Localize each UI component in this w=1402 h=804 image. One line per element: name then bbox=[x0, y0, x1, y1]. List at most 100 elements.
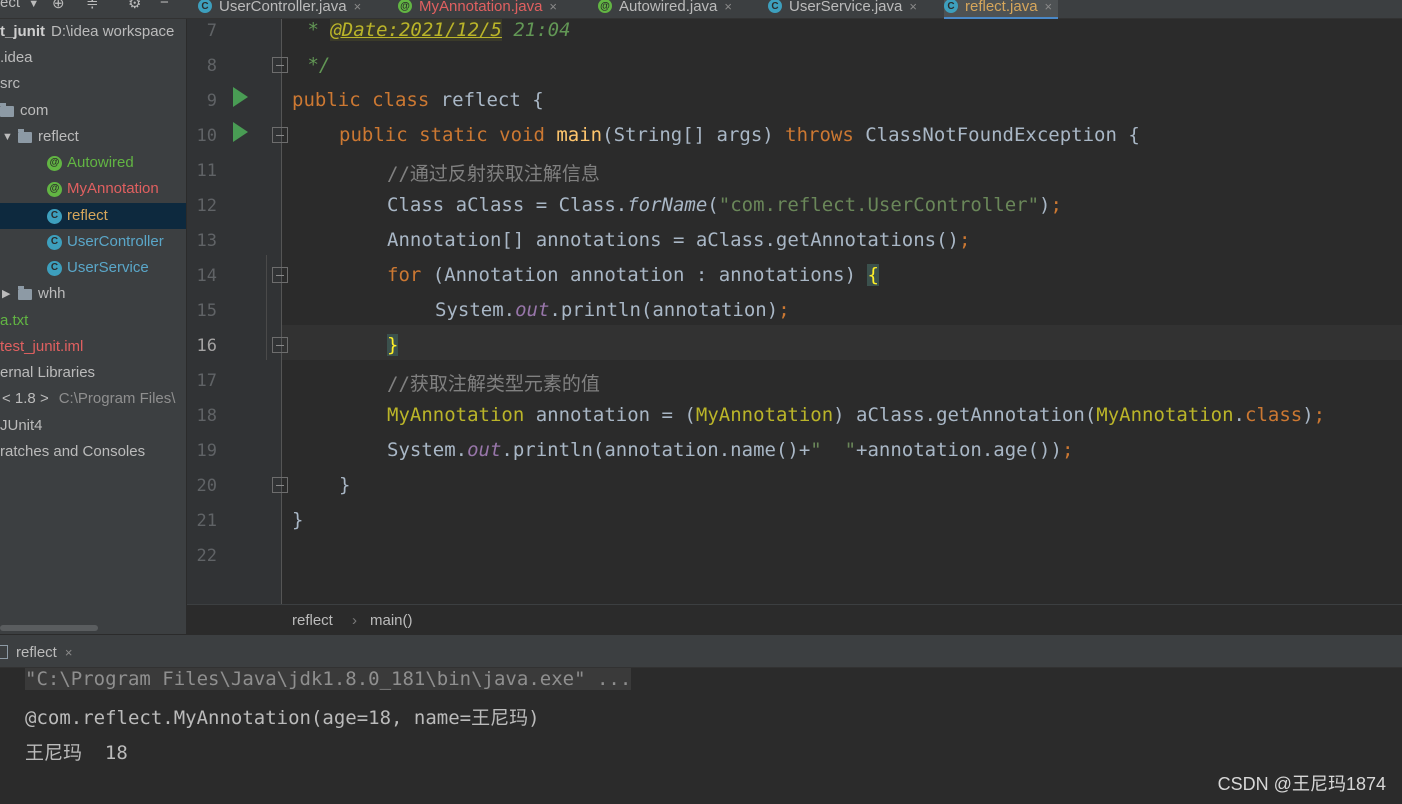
tree-item-myannotation[interactable]: @ MyAnnotation bbox=[47, 176, 159, 202]
code-line-16: } bbox=[387, 334, 399, 356]
fold-icon[interactable] bbox=[272, 267, 288, 283]
code-line-11: //通过反射获取注解信息 bbox=[387, 163, 600, 185]
code-line-10: public static void main(String[] args) t… bbox=[339, 124, 1140, 146]
tree-item-a-txt[interactable]: a.txt bbox=[0, 308, 28, 334]
code-line-9: public class reflect { bbox=[292, 89, 544, 111]
tree-item-external-libraries[interactable]: ernal Libraries bbox=[0, 360, 95, 386]
tree-scrollbar[interactable] bbox=[0, 625, 98, 631]
tree-item-iml[interactable]: test_junit.iml bbox=[0, 334, 83, 360]
console-line: 王尼玛 18 bbox=[25, 742, 128, 764]
class-icon: C bbox=[944, 0, 958, 13]
line-number-current: 16 bbox=[196, 336, 217, 356]
code-line-19: System.out.println(annotation.name()+" "… bbox=[387, 439, 1074, 461]
tree-item-com[interactable]: com bbox=[0, 98, 48, 124]
tree-item-src[interactable]: src bbox=[0, 71, 20, 97]
project-view-selector[interactable]: ect ▼ bbox=[0, 0, 39, 14]
run-tool-window-header bbox=[0, 635, 1402, 668]
close-icon[interactable]: × bbox=[724, 0, 732, 14]
annotation-icon: @ bbox=[598, 0, 612, 13]
fold-icon[interactable] bbox=[272, 57, 288, 73]
code-line-14: for (Annotation annotation : annotations… bbox=[387, 264, 879, 286]
tree-item-project-root[interactable]: t_junit D:\idea workspace bbox=[0, 19, 174, 45]
close-icon[interactable]: × bbox=[549, 0, 557, 14]
class-icon: C bbox=[198, 0, 212, 13]
console-icon bbox=[0, 645, 8, 659]
tree-item-idea[interactable]: .idea bbox=[0, 45, 33, 71]
run-icon[interactable] bbox=[233, 87, 248, 107]
tab-usercontroller[interactable]: C UserController.java × bbox=[198, 0, 361, 17]
line-number: 13 bbox=[196, 231, 217, 251]
tree-item-junit4[interactable]: JUnit4 bbox=[0, 413, 43, 439]
tab-userservice[interactable]: C UserService.java × bbox=[768, 0, 917, 17]
annotation-icon: @ bbox=[47, 155, 62, 171]
class-icon: C bbox=[47, 260, 62, 276]
tab-autowired[interactable]: @ Autowired.java × bbox=[598, 0, 732, 17]
code-line-17: //获取注解类型元素的值 bbox=[387, 373, 600, 395]
run-icon[interactable] bbox=[233, 122, 248, 142]
tree-item-autowired[interactable]: @ Autowired bbox=[47, 150, 134, 176]
gutter-divider bbox=[281, 19, 282, 604]
folder-icon bbox=[18, 285, 32, 300]
class-icon: C bbox=[768, 0, 782, 13]
line-number: 12 bbox=[196, 196, 217, 216]
annotation-icon: @ bbox=[47, 181, 62, 197]
class-icon: C bbox=[47, 234, 62, 250]
tree-item-reflect-class[interactable]: C reflect bbox=[0, 203, 186, 229]
line-number: 21 bbox=[196, 511, 217, 531]
collapse-arrow-icon[interactable]: ▶ bbox=[2, 281, 12, 307]
tree-item-usercontroller[interactable]: C UserController bbox=[47, 229, 164, 255]
console-line: @com.reflect.MyAnnotation(age=18, name=王… bbox=[25, 707, 540, 729]
line-number: 17 bbox=[196, 371, 217, 391]
close-icon[interactable]: × bbox=[909, 0, 917, 14]
project-label: ect bbox=[0, 0, 21, 11]
line-number: 19 bbox=[196, 441, 217, 461]
tab-reflect[interactable]: C reflect.java × bbox=[944, 0, 1059, 20]
fold-icon[interactable] bbox=[272, 337, 288, 353]
indent-guide bbox=[266, 255, 267, 360]
breadcrumb-method[interactable]: main() bbox=[370, 612, 413, 629]
line-number: 10 bbox=[196, 126, 217, 146]
line-number: 7 bbox=[206, 21, 217, 41]
run-tab[interactable]: reflect × bbox=[0, 638, 72, 666]
folder-icon bbox=[0, 102, 14, 117]
code-line-21: } bbox=[292, 509, 304, 531]
close-icon[interactable]: × bbox=[1045, 0, 1053, 14]
code-line-8: */ bbox=[296, 54, 331, 76]
code-line-13: Annotation[] annotations = aClass.getAnn… bbox=[387, 229, 971, 251]
tree-item-userservice[interactable]: C UserService bbox=[47, 255, 149, 281]
line-number: 14 bbox=[196, 266, 217, 286]
line-number: 18 bbox=[196, 406, 217, 426]
annotation-icon: @ bbox=[398, 0, 412, 13]
code-line-18: MyAnnotation annotation = (MyAnnotation)… bbox=[387, 404, 1326, 426]
line-number: 15 bbox=[196, 301, 217, 321]
console-line: "C:\Program Files\Java\jdk1.8.0_181\bin\… bbox=[25, 668, 632, 690]
line-number: 20 bbox=[196, 476, 217, 496]
collapse-icon[interactable]: ≑ bbox=[86, 0, 99, 14]
target-icon[interactable]: ⊕ bbox=[52, 0, 65, 14]
fold-icon[interactable] bbox=[272, 477, 288, 493]
tree-item-scratches[interactable]: ratches and Consoles bbox=[0, 439, 145, 465]
current-line-highlight bbox=[282, 325, 1402, 360]
close-icon[interactable]: × bbox=[65, 645, 73, 660]
close-icon[interactable]: × bbox=[354, 0, 362, 14]
code-line-20: } bbox=[339, 474, 351, 496]
gear-icon[interactable]: ⚙ bbox=[128, 0, 141, 14]
line-number: 8 bbox=[206, 56, 217, 76]
tree-item-reflect-package[interactable]: ▼ reflect bbox=[2, 124, 79, 150]
code-line-7: * @Date:2021/12/5 21:04 bbox=[296, 19, 571, 41]
minimize-icon[interactable]: − bbox=[160, 0, 169, 14]
code-line-12: Class aClass = Class.forName("com.reflec… bbox=[387, 194, 1062, 216]
expand-arrow-icon[interactable]: ▼ bbox=[2, 124, 13, 150]
breadcrumb-class[interactable]: reflect bbox=[292, 612, 333, 629]
fold-icon[interactable] bbox=[272, 127, 288, 143]
line-number: 9 bbox=[206, 91, 217, 111]
tree-item-jdk[interactable]: < 1.8 > C:\Program Files\ bbox=[2, 386, 175, 412]
tree-item-whh[interactable]: ▶ whh bbox=[2, 281, 66, 307]
tab-myannotation[interactable]: @ MyAnnotation.java × bbox=[398, 0, 557, 17]
line-number: 22 bbox=[196, 546, 217, 566]
breadcrumb-separator: › bbox=[352, 612, 357, 629]
code-line-15: System.out.println(annotation); bbox=[435, 299, 790, 321]
watermark: CSDN @王尼玛1874 bbox=[1217, 774, 1386, 794]
folder-icon bbox=[18, 128, 32, 143]
chevron-down-icon[interactable]: ▼ bbox=[28, 0, 39, 10]
